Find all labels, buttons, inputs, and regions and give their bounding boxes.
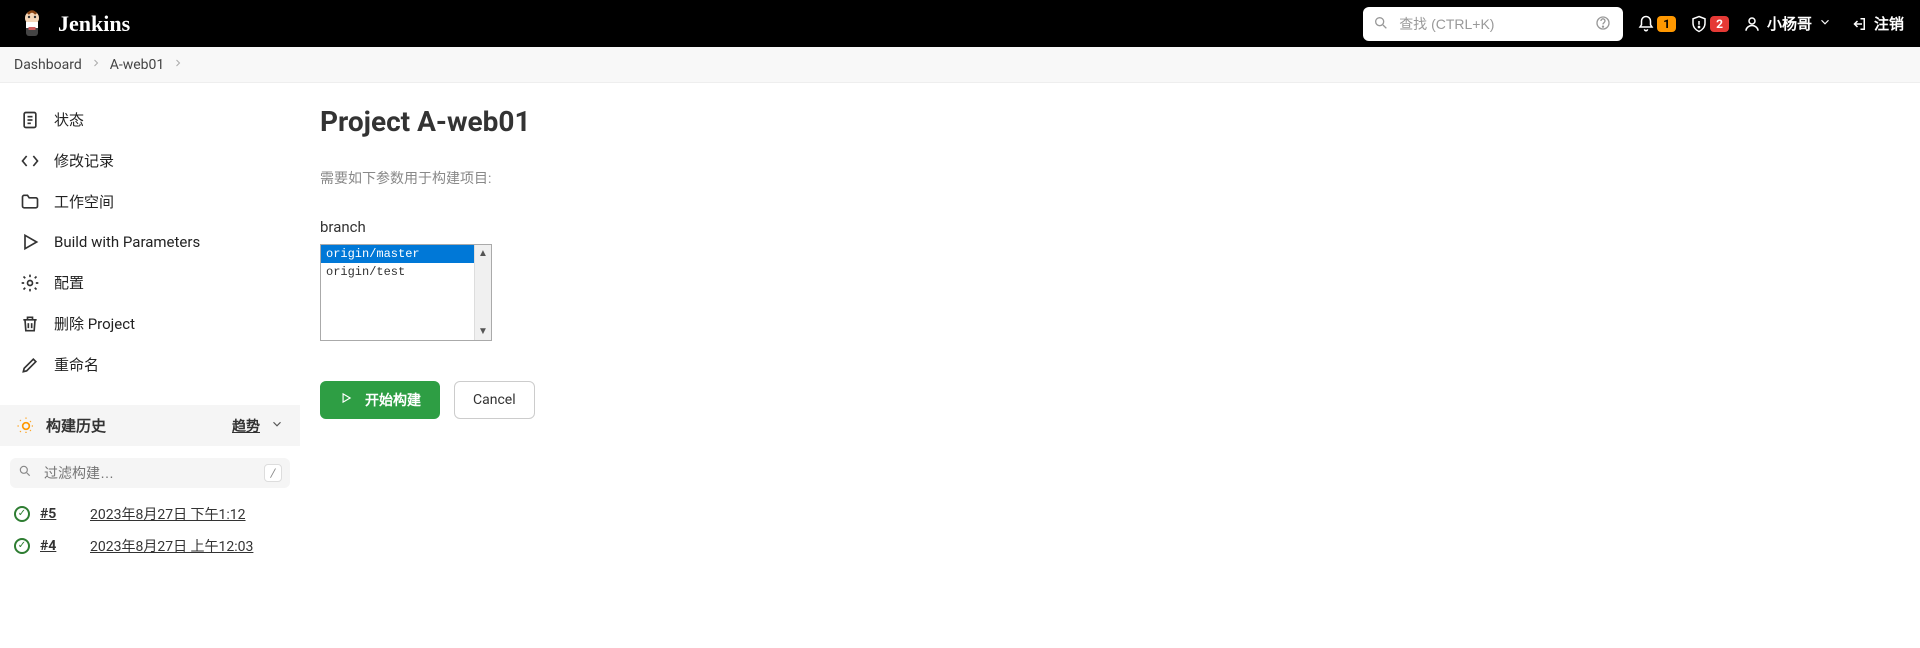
branch-listbox[interactable]: origin/master origin/test ▲ ▼ xyxy=(320,244,492,341)
cancel-button[interactable]: Cancel xyxy=(454,381,535,419)
search-input[interactable] xyxy=(1399,16,1587,32)
chevron-down-icon xyxy=(1818,15,1836,33)
listbox-option[interactable]: origin/master xyxy=(321,245,474,263)
username-label: 小杨哥 xyxy=(1767,13,1812,34)
scrollbar[interactable]: ▲ ▼ xyxy=(474,245,491,340)
help-icon[interactable] xyxy=(1595,15,1613,33)
build-number-link[interactable]: #5 xyxy=(40,506,80,522)
success-status-icon: ✓ xyxy=(14,538,30,554)
logout-label: 注销 xyxy=(1874,13,1904,34)
cancel-button-label: Cancel xyxy=(473,392,516,408)
alert-badge: 2 xyxy=(1710,16,1729,32)
sidebar-item-delete[interactable]: 删除 Project xyxy=(0,303,300,344)
sidebar: 状态 修改记录 工作空间 Build with Parameters 配置 xyxy=(0,83,300,562)
sidebar-item-build-params[interactable]: Build with Parameters xyxy=(0,222,300,262)
sidebar-label: Build with Parameters xyxy=(54,233,200,251)
sidebar-item-workspace[interactable]: 工作空间 xyxy=(0,181,300,222)
folder-icon xyxy=(20,192,40,212)
build-row[interactable]: ✓ #5 2023年8月27日 下午1:12 xyxy=(0,498,300,530)
notifications-button[interactable]: 1 xyxy=(1637,15,1676,33)
sidebar-label: 工作空间 xyxy=(54,191,114,212)
param-description: 需要如下参数用于构建项目: xyxy=(320,168,1900,188)
sidebar-item-changes[interactable]: 修改记录 xyxy=(0,140,300,181)
logo-area[interactable]: Jenkins xyxy=(16,8,130,40)
user-icon xyxy=(1743,15,1761,33)
sidebar-item-status[interactable]: 状态 xyxy=(0,99,300,140)
listbox-option[interactable]: origin/test xyxy=(321,263,474,281)
trash-icon xyxy=(20,314,40,334)
build-button[interactable]: 开始构建 xyxy=(320,381,440,419)
shield-alert-icon xyxy=(1690,15,1708,33)
notif-badge: 1 xyxy=(1657,16,1676,32)
search-icon xyxy=(18,464,36,482)
play-icon xyxy=(339,391,357,409)
breadcrumb: Dashboard A-web01 xyxy=(0,47,1920,83)
param-label: branch xyxy=(320,218,1900,236)
sidebar-label: 重命名 xyxy=(54,354,99,375)
sidebar-item-rename[interactable]: 重命名 xyxy=(0,344,300,385)
chevron-right-icon xyxy=(172,57,184,73)
build-button-label: 开始构建 xyxy=(365,390,421,410)
sidebar-label: 状态 xyxy=(54,109,84,130)
scroll-up-icon[interactable]: ▲ xyxy=(478,248,488,259)
app-name: Jenkins xyxy=(58,11,130,37)
build-filter-box[interactable]: / xyxy=(10,458,290,488)
sun-icon xyxy=(16,416,36,436)
app-header: Jenkins 1 2 小杨哥 xyxy=(0,0,1920,47)
trend-link[interactable]: 趋势 xyxy=(232,416,260,436)
play-icon xyxy=(20,232,40,252)
breadcrumb-item-project[interactable]: A-web01 xyxy=(110,57,165,73)
search-icon xyxy=(1373,15,1391,33)
alerts-button[interactable]: 2 xyxy=(1690,15,1729,33)
sidebar-label: 配置 xyxy=(54,272,84,293)
sidebar-item-configure[interactable]: 配置 xyxy=(0,262,300,303)
sidebar-label: 修改记录 xyxy=(54,150,114,171)
build-number-link[interactable]: #4 xyxy=(40,538,80,554)
build-history-title: 构建历史 xyxy=(46,415,222,436)
page-title: Project A-web01 xyxy=(320,105,1900,138)
slash-hint: / xyxy=(264,464,282,482)
document-icon xyxy=(20,110,40,130)
scroll-down-icon[interactable]: ▼ xyxy=(478,326,488,337)
success-status-icon: ✓ xyxy=(14,506,30,522)
code-icon xyxy=(20,151,40,171)
user-menu[interactable]: 小杨哥 xyxy=(1743,13,1836,34)
build-row[interactable]: ✓ #4 2023年8月27日 上午12:03 xyxy=(0,530,300,562)
build-date-link[interactable]: 2023年8月27日 上午12:03 xyxy=(90,536,253,556)
gear-icon xyxy=(20,273,40,293)
pencil-icon xyxy=(20,355,40,375)
chevron-down-icon[interactable] xyxy=(270,417,284,435)
build-date-link[interactable]: 2023年8月27日 下午1:12 xyxy=(90,504,246,524)
breadcrumb-item-dashboard[interactable]: Dashboard xyxy=(14,57,82,73)
logout-icon xyxy=(1850,15,1868,33)
build-history-header: 构建历史 趋势 xyxy=(0,405,300,446)
build-filter-input[interactable] xyxy=(44,465,256,481)
chevron-right-icon xyxy=(90,57,102,73)
search-box[interactable] xyxy=(1363,7,1623,41)
sidebar-label: 删除 Project xyxy=(54,313,135,334)
logout-button[interactable]: 注销 xyxy=(1850,13,1904,34)
bell-icon xyxy=(1637,15,1655,33)
main-content: Project A-web01 需要如下参数用于构建项目: branch ori… xyxy=(300,83,1920,562)
jenkins-logo-icon xyxy=(16,8,48,40)
